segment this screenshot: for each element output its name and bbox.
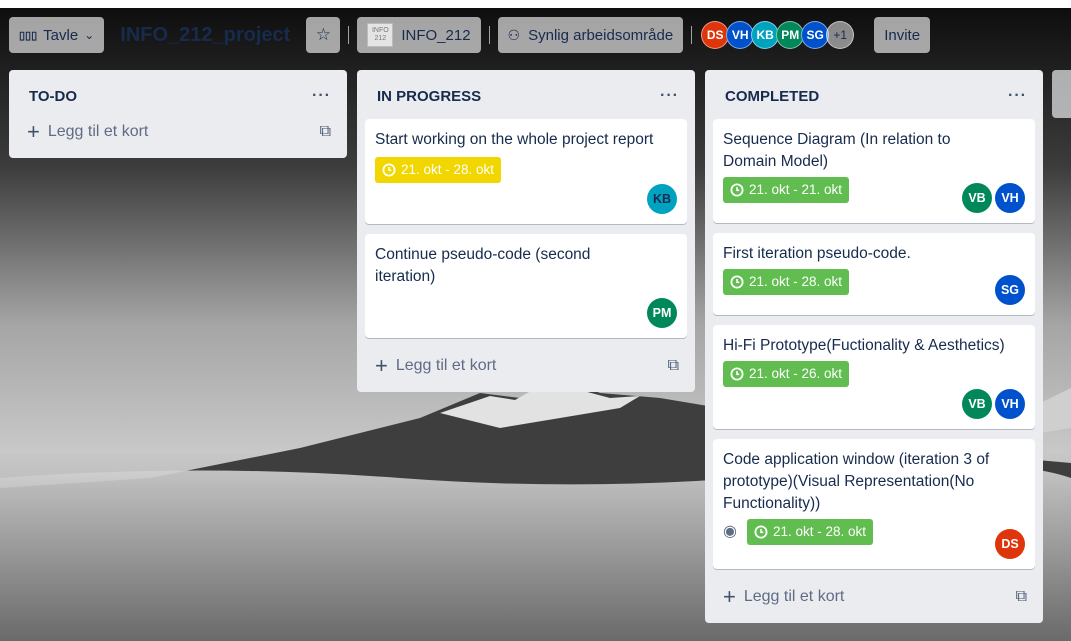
list-header: COMPLETED ··· [713, 70, 1035, 122]
card[interactable]: Start working on the whole project repor… [365, 119, 687, 224]
member-avatar-sg[interactable]: SG [801, 21, 830, 49]
template-icon[interactable]: ⧉ [668, 357, 679, 375]
clock-icon [754, 525, 768, 539]
member-avatar-sg[interactable]: SG [995, 275, 1025, 305]
card-title: Sequence Diagram (In relation to Domain … [723, 131, 951, 170]
member-avatar-pm[interactable]: PM [647, 298, 677, 328]
card[interactable]: Sequence Diagram (In relation to Domain … [713, 119, 1035, 223]
add-card-label: Legg til et kort [395, 357, 497, 374]
more-members-button[interactable]: +1 [826, 21, 855, 49]
card-badges: 21. okt - 26. okt [723, 359, 1025, 389]
board-view-icon: ▯▯▯ [19, 29, 38, 42]
card[interactable]: Hi-Fi Prototype(Fuctionality & Aesthetic… [713, 325, 1035, 429]
list-title[interactable]: TO-DO [29, 88, 77, 105]
card-members: KB [647, 184, 677, 214]
due-date-badge[interactable]: 21. okt - 28. okt [723, 269, 850, 295]
list-menu-button[interactable]: ··· [660, 87, 679, 105]
card-title: Hi-Fi Prototype(Fuctionality & Aesthetic… [723, 337, 1005, 354]
visibility-button[interactable]: ⚇ Synlig arbeidsområde [497, 17, 684, 53]
card-members: PM [647, 298, 677, 328]
clock-icon [730, 367, 744, 381]
due-date-text: 21. okt - 28. okt [772, 524, 867, 539]
add-card-label: Legg til et kort [743, 588, 845, 605]
template-icon[interactable]: ⧉ [1016, 588, 1027, 606]
clock-icon [730, 275, 744, 289]
header-divider [348, 26, 350, 44]
card-members: SG [995, 275, 1025, 305]
due-date-badge[interactable]: 21. okt - 28. okt [375, 157, 502, 183]
list-completed: COMPLETED ··· Sequence Diagram (In relat… [705, 70, 1043, 623]
invite-button[interactable]: Invite [874, 17, 931, 53]
board-title[interactable]: INFO_212_project [112, 17, 298, 53]
member-avatar-vb[interactable]: VB [962, 389, 992, 419]
add-card-button[interactable]: + Legg til et kort ⧉ [365, 348, 687, 384]
card[interactable]: Code application window (iteration 3 of … [713, 439, 1035, 569]
list-menu-button[interactable]: ··· [312, 87, 331, 105]
board-view-label: Tavle [43, 26, 79, 44]
member-avatar-vh[interactable]: VH [726, 21, 755, 49]
member-avatar-vh[interactable]: VH [995, 389, 1025, 419]
star-icon: ☆ [315, 25, 331, 44]
plus-icon: + [723, 584, 736, 609]
card-members: VB VH [962, 183, 1025, 213]
chevron-down-icon: ⌄ [84, 28, 95, 42]
card-badges: ◉ 21. okt - 28. okt [723, 517, 1025, 547]
header-divider [691, 26, 693, 44]
due-date-badge[interactable]: 21. okt - 28. okt [746, 519, 874, 545]
due-date-badge[interactable]: 21. okt - 26. okt [723, 361, 850, 387]
list-title[interactable]: COMPLETED [725, 88, 819, 105]
member-avatar-kb[interactable]: KB [647, 184, 677, 214]
card-title: Code application window (iteration 3 of … [723, 451, 990, 512]
list-todo: TO-DO ··· + Legg til et kort ⧉ [9, 70, 347, 158]
list-header: IN PROGRESS ··· [365, 70, 687, 122]
add-list-button[interactable] [1052, 70, 1071, 118]
list-title[interactable]: IN PROGRESS [377, 88, 481, 105]
card-title: Continue pseudo-code (second iteration) [375, 246, 591, 285]
due-date-text: 21. okt - 28. okt [749, 274, 843, 289]
due-date-badge[interactable]: 21. okt - 21. okt [723, 177, 850, 203]
template-icon[interactable]: ⧉ [320, 123, 331, 141]
card-title: First iteration pseudo-code. [723, 245, 911, 262]
due-date-text: 21. okt - 26. okt [749, 366, 843, 381]
header-divider [488, 26, 490, 44]
workspace-thumbnail: INFO 212 [367, 23, 394, 47]
card-badges: 21. okt - 28. okt [375, 155, 677, 185]
card-members: DS [995, 529, 1025, 559]
add-card-button[interactable]: + Legg til et kort ⧉ [17, 114, 339, 150]
card-badges: 21. okt - 28. okt [723, 267, 1025, 297]
member-avatar-vb[interactable]: VB [962, 183, 992, 213]
board-header: ▯▯▯ Tavle ⌄ INFO_212_project ☆ INFO 212 … [0, 8, 1071, 62]
visibility-label: Synlig arbeidsområde [528, 26, 674, 44]
card-title: Start working on the whole project repor… [375, 131, 654, 148]
card[interactable]: First iteration pseudo-code. 21. okt - 2… [713, 233, 1035, 315]
add-card-button[interactable]: + Legg til et kort ⧉ [713, 579, 1035, 615]
member-avatar-pm[interactable]: PM [776, 21, 805, 49]
people-icon: ⚇ [507, 26, 521, 43]
due-date-text: 21. okt - 28. okt [401, 162, 495, 177]
star-button[interactable]: ☆ [306, 17, 341, 53]
plus-icon: + [27, 119, 40, 144]
due-date-text: 21. okt - 21. okt [749, 182, 843, 197]
member-avatar-kb[interactable]: KB [751, 21, 780, 49]
eye-icon: ◉ [723, 523, 737, 540]
clock-icon [730, 183, 744, 197]
workspace-button[interactable]: INFO 212 INFO_212 [357, 17, 481, 53]
browser-top-strip [0, 0, 1071, 8]
member-avatar-ds[interactable]: DS [995, 529, 1025, 559]
member-avatar-ds[interactable]: DS [701, 21, 730, 49]
list-menu-button[interactable]: ··· [1008, 87, 1027, 105]
list-in-progress: IN PROGRESS ··· Start working on the who… [357, 70, 695, 392]
clock-icon [382, 163, 396, 177]
card[interactable]: Continue pseudo-code (second iteration) … [365, 234, 687, 338]
plus-icon: + [375, 353, 388, 378]
board-members: DS VH KB PM SG +1 [701, 21, 855, 49]
member-avatar-vh[interactable]: VH [995, 183, 1025, 213]
workspace-label: INFO_212 [401, 26, 471, 44]
add-card-label: Legg til et kort [47, 123, 149, 140]
card-members: VB VH [962, 389, 1025, 419]
board-view-switcher[interactable]: ▯▯▯ Tavle ⌄ [9, 17, 105, 53]
